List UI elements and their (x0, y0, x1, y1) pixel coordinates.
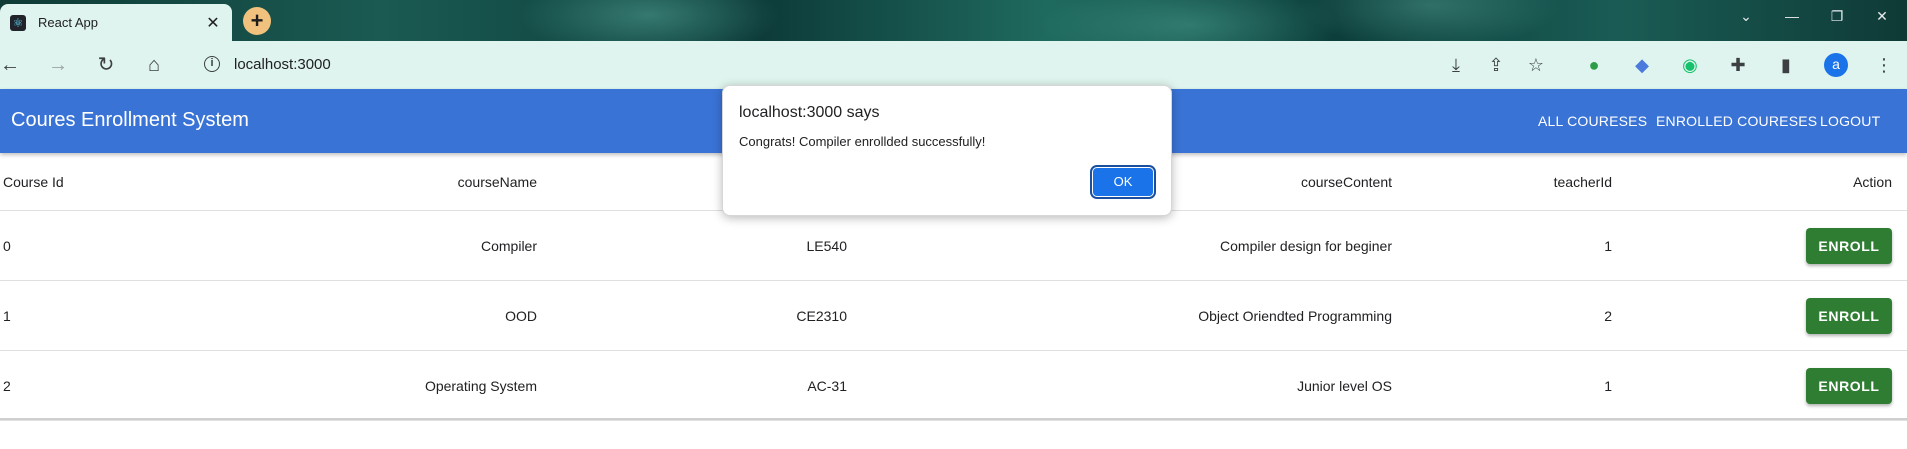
teacher-id-cell: 1 (1604, 377, 1612, 394)
translate-extension-icon[interactable]: ◆ (1626, 49, 1658, 81)
course-id-cell: 0 (3, 237, 11, 254)
alert-dialog: localhost:3000 says Congrats! Compiler e… (722, 85, 1172, 216)
share-icon[interactable]: ⇪ (1480, 49, 1512, 81)
course-content-cell: Object Oriendted Programming (1198, 307, 1392, 324)
course-content-cell: Junior level OS (1297, 377, 1392, 394)
action-cell: ENROLL (1806, 281, 1892, 350)
teacher-id-cell: 2 (1604, 307, 1612, 324)
app-title: Coures Enrollment System (11, 109, 249, 131)
action-cell: ENROLL (1806, 211, 1892, 280)
table-row: 1 OOD CE2310 Object Oriendted Programmin… (0, 281, 1907, 351)
back-icon[interactable]: ← (0, 49, 26, 81)
enroll-button[interactable]: ENROLL (1806, 367, 1892, 404)
url-text[interactable]: localhost:3000 (234, 56, 331, 73)
new-tab-button[interactable]: + (243, 7, 271, 35)
teacher-id-cell: 1 (1604, 237, 1612, 254)
course-content-cell: Compiler design for beginer (1220, 237, 1392, 254)
extensions-puzzle-icon[interactable]: ✚ (1722, 49, 1754, 81)
header-teacher-id: teacherId (1553, 173, 1612, 190)
table-bottom-border (0, 418, 1907, 420)
header-course-name: courseName (457, 173, 537, 190)
tab-title: React App (38, 15, 98, 30)
header-course-content: courseContent (1300, 173, 1392, 190)
profile-avatar[interactable]: a (1824, 53, 1848, 77)
site-info-icon[interactable]: i (204, 56, 220, 72)
nav-logout[interactable]: LOGOUT (1820, 113, 1880, 129)
close-window-icon[interactable]: ✕ (1862, 4, 1902, 28)
tab-close-icon[interactable]: ✕ (204, 13, 222, 33)
minimize-icon[interactable]: — (1772, 4, 1812, 28)
reload-icon[interactable]: ↻ (90, 49, 122, 81)
course-code-cell: CE2310 (796, 307, 847, 324)
course-name-cell: OOD (505, 307, 537, 324)
restore-icon[interactable]: ❐ (1817, 4, 1857, 28)
course-id-cell: 2 (3, 377, 11, 394)
header-action: Action (1853, 173, 1892, 190)
nav-enrolled-courses[interactable]: ENROLLED COURESES (1656, 113, 1817, 129)
action-cell: ENROLL (1806, 351, 1892, 420)
browser-menu-icon[interactable]: ⋮ (1868, 49, 1900, 81)
home-icon[interactable]: ⌂ (138, 49, 170, 81)
table-row: 0 Compiler LE540 Compiler design for beg… (0, 211, 1907, 281)
background-glow (520, 0, 780, 41)
browser-toolbar: ← → ↻ ⌂ i localhost:3000 ⤓ ⇪ ☆ ● ◆ ◉ ✚ ▮… (0, 41, 1907, 89)
bookmark-star-icon[interactable]: ☆ (1520, 49, 1552, 81)
nav-all-courses[interactable]: ALL COURESES (1538, 113, 1647, 129)
browser-tab[interactable]: ⚛ React App ✕ (0, 4, 232, 41)
tab-search-icon[interactable]: ⌄ (1726, 4, 1766, 28)
course-id-cell: 1 (3, 307, 11, 324)
enroll-button[interactable]: ENROLL (1806, 227, 1892, 264)
course-code-cell: AC-31 (807, 377, 847, 394)
grammarly-extension-icon[interactable]: ◉ (1674, 49, 1706, 81)
install-app-icon[interactable]: ⤓ (1440, 49, 1472, 81)
dialog-message: Congrats! Compiler enrollded successfull… (739, 134, 986, 149)
side-panel-icon[interactable]: ▮ (1770, 49, 1802, 81)
course-name-cell: Compiler (480, 237, 537, 254)
evernote-extension-icon[interactable]: ● (1578, 49, 1610, 81)
background-glow (1040, 0, 1340, 41)
enroll-button[interactable]: ENROLL (1806, 297, 1892, 334)
course-name-cell: Operating System (424, 377, 537, 394)
ok-button[interactable]: OK (1090, 165, 1156, 199)
course-code-cell: LE540 (806, 237, 847, 254)
dialog-title: localhost:3000 says (739, 104, 880, 121)
background-glow (1300, 0, 1560, 41)
browser-tabstrip: ⚛ React App ✕ + ⌄ — ❐ ✕ (0, 0, 1907, 41)
forward-icon[interactable]: → (42, 49, 74, 81)
react-favicon-icon: ⚛ (10, 14, 26, 31)
table-row: 2 Operating System AC-31 Junior level OS… (0, 351, 1907, 421)
header-course-id: Course Id (3, 173, 64, 190)
